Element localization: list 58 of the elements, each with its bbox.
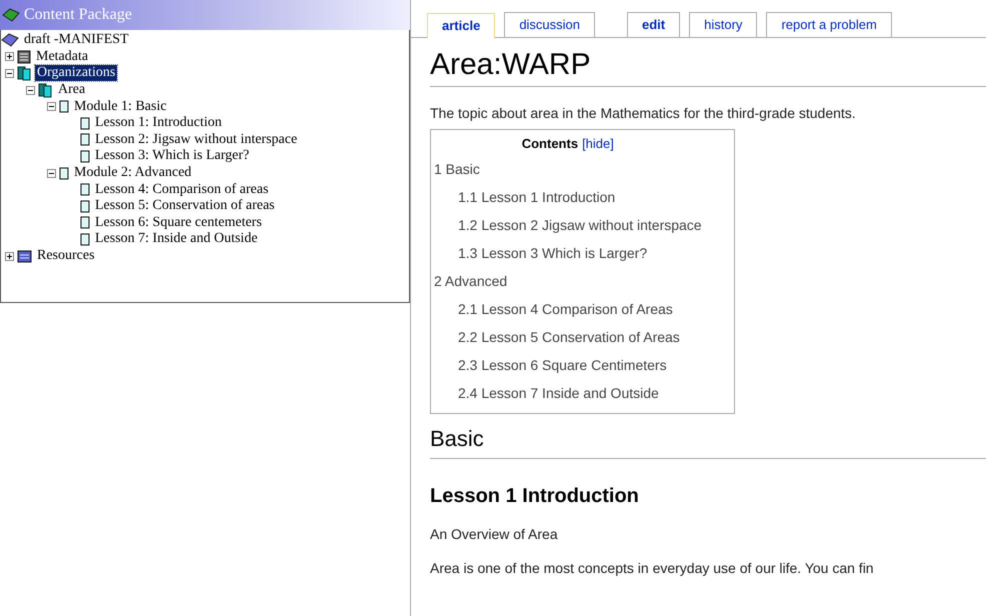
page-icon	[80, 200, 90, 213]
page-icon	[59, 100, 69, 114]
contents-link[interactable]: 1.3 Lesson 3 Which is Larger?	[434, 239, 702, 267]
tree-item[interactable]: Lesson 5: Conservation of areas	[93, 198, 277, 214]
tree-item[interactable]: Lesson 4: Comparison of areas	[93, 182, 270, 198]
tab[interactable]: discussion	[504, 12, 596, 37]
tab[interactable]: report a problem	[766, 12, 892, 37]
book-icon	[2, 8, 20, 22]
page-icon	[80, 116, 90, 130]
tree-item[interactable]: Area	[56, 82, 88, 98]
contents-link[interactable]: 2.4 Lesson 7 Inside and Outside	[434, 379, 702, 407]
page-title: Area:WARP	[430, 48, 986, 87]
expand-toggle[interactable]	[5, 52, 14, 62]
page-icon	[80, 183, 90, 196]
tab[interactable]: article	[427, 13, 496, 38]
tree-item[interactable]: Organizations	[35, 65, 118, 82]
tree-item[interactable]: Module 1: Basic	[72, 98, 169, 115]
collapse-toggle[interactable]	[47, 168, 56, 178]
pages-icon	[38, 82, 53, 98]
collapse-toggle[interactable]	[5, 68, 14, 78]
contents-link[interactable]: 1 Basic	[434, 155, 702, 183]
tab[interactable]: history	[689, 12, 758, 37]
hide-link[interactable]: [hide]	[582, 136, 614, 151]
tree-item[interactable]: Lesson 1: Introduction	[93, 115, 224, 132]
page-icon	[80, 150, 90, 163]
expand-toggle[interactable]	[5, 252, 14, 261]
tree-item[interactable]: Resources	[35, 248, 97, 264]
contents-title: Contents	[522, 136, 578, 151]
subsection-heading: Lesson 1 Introduction	[430, 485, 640, 508]
folder-icon	[17, 249, 32, 264]
contents-link[interactable]: 1.1 Lesson 1 Introduction	[434, 183, 702, 211]
intro-text: The topic about area in the Mathematics for the third-grade students.	[430, 105, 857, 121]
section-heading: Basic	[430, 426, 986, 459]
panel-title: Content Package	[24, 6, 132, 24]
page-icon	[80, 216, 90, 230]
contents-link[interactable]: 2.3 Lesson 6 Square Centimeters	[434, 351, 702, 379]
collapse-toggle[interactable]	[26, 86, 35, 95]
contents-link[interactable]: 2.2 Lesson 5 Conservation of Areas	[434, 323, 702, 351]
tree-item[interactable]: Lesson 3: Which is Larger?	[93, 148, 252, 164]
tree-item[interactable]: Module 2: Advanced	[72, 165, 194, 182]
contents-link[interactable]: 2.1 Lesson 4 Comparison of Areas	[434, 295, 702, 323]
tree-item[interactable]: Lesson 6: Square centemeters	[93, 214, 264, 231]
pages-icon	[17, 66, 32, 81]
tree-item[interactable]: draft -MANIFEST	[22, 32, 131, 48]
page-icon	[80, 133, 90, 146]
page-icon	[80, 232, 90, 246]
contents-link[interactable]: 2 Advanced	[434, 267, 702, 295]
tree-item[interactable]: Lesson 2: Jigsaw without interspace	[93, 132, 300, 148]
contents-link[interactable]: 1.2 Lesson 2 Jigsaw without interspace	[434, 211, 702, 239]
book-icon	[1, 33, 19, 48]
collapse-toggle[interactable]	[47, 102, 56, 112]
tree-item[interactable]: Lesson 7: Inside and Outside	[93, 231, 260, 248]
page-icon	[59, 166, 69, 180]
tree-item[interactable]: Metadata	[34, 48, 90, 65]
tab[interactable]: edit	[627, 12, 680, 37]
document-icon	[17, 50, 31, 64]
body-text: Area is one of the most concepts in everyday use of our life. You can fin	[430, 560, 875, 576]
subtitle-text: An Overview of Area	[430, 526, 559, 542]
